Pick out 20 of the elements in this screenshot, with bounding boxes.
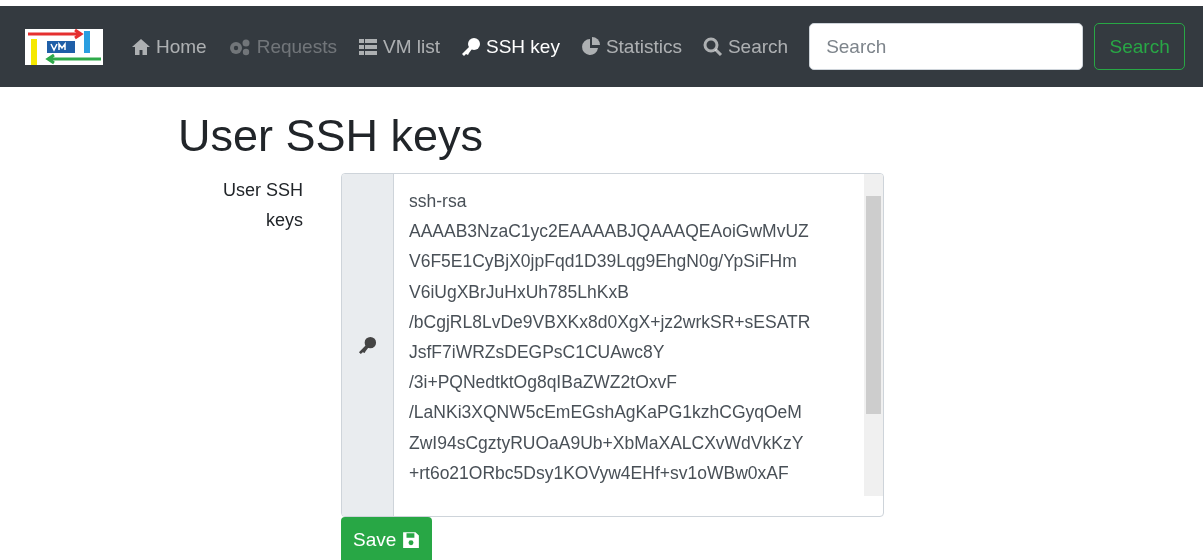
gears-icon	[227, 37, 252, 56]
scrollbar[interactable]	[864, 174, 883, 496]
nav-link[interactable]: SSH key	[460, 35, 560, 58]
save-button[interactable]: Save	[341, 517, 433, 560]
key-icon	[358, 335, 377, 355]
nav-link[interactable]: VM list	[357, 35, 440, 58]
key-icon	[460, 36, 481, 57]
logo-icon[interactable]	[25, 28, 103, 65]
home-icon	[131, 37, 151, 56]
nav-link[interactable]: Statistics	[580, 35, 682, 58]
pie-chart-icon	[580, 36, 601, 57]
page-title: User SSH keys	[178, 109, 485, 163]
search-button[interactable]: Search	[1094, 23, 1186, 70]
floppy-icon	[402, 531, 421, 549]
nav-link[interactable]: Search	[702, 35, 789, 58]
list-icon	[357, 37, 378, 56]
search-icon	[702, 36, 723, 57]
search-field[interactable]: Search	[809, 23, 1084, 70]
nav-link[interactable]: Home	[131, 35, 207, 58]
field-label: User SSH keys	[222, 179, 304, 232]
